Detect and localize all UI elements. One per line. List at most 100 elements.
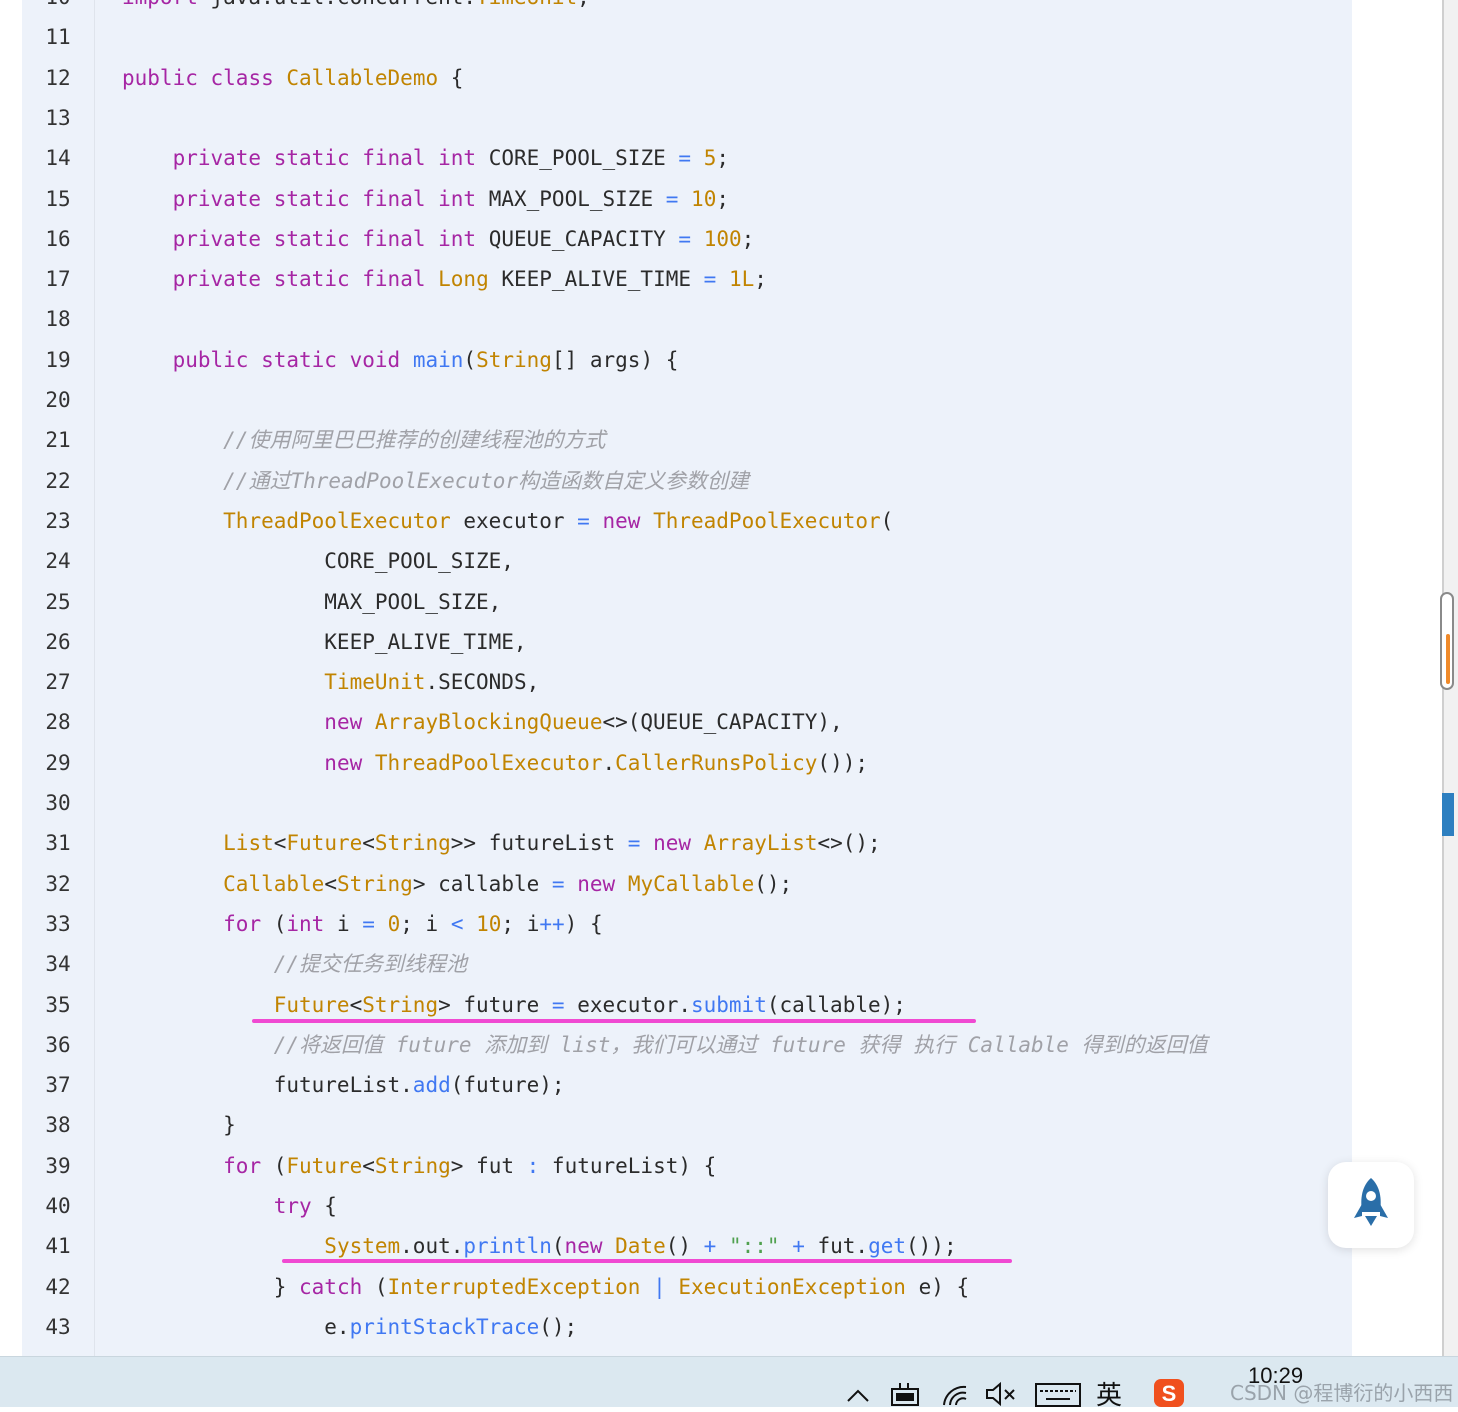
code-line: public class CallableDemo { <box>122 58 463 98</box>
code-token: <>(); <box>817 831 881 856</box>
code-token: for <box>223 1153 262 1178</box>
code-token: () <box>665 1234 704 1259</box>
code-token: ExecutionException <box>678 1274 906 1299</box>
code-token: >> futureList <box>450 831 628 856</box>
code-token: public <box>122 65 198 90</box>
code-token: .SECONDS, <box>425 670 540 695</box>
code-token: ( <box>463 347 477 372</box>
code-token: public <box>172 347 249 372</box>
code-line: for (Future<String> fut : futureList) { <box>122 1146 716 1186</box>
code-token: (callable); <box>766 992 906 1017</box>
code-token: "::" <box>728 1234 780 1259</box>
code-token: for <box>223 911 262 936</box>
code-block: 10import java.util.concurrent.TimeUnit;1… <box>22 0 1352 1356</box>
ime-english-icon[interactable]: 英 <box>1096 1375 1122 1412</box>
rocket-icon <box>1354 1178 1388 1226</box>
code-token: 10 <box>476 911 502 936</box>
code-token: new <box>324 750 363 775</box>
code-token: fut. <box>804 1234 869 1259</box>
code-token: e) { <box>905 1274 970 1299</box>
scrollbar-position-marker <box>1442 793 1454 836</box>
code-token: MAX_POOL_SIZE, <box>122 589 502 614</box>
code-token: //提交任务到线程池 <box>273 952 468 977</box>
code-token: .out. <box>400 1234 464 1259</box>
code-token: String <box>336 871 413 896</box>
code-token: MyCallable <box>627 871 755 896</box>
code-line: //使用阿里巴巴推荐的创建线程池的方式 <box>122 420 605 460</box>
code-token: ArrayList <box>703 831 818 856</box>
line-number: 43 <box>45 1314 71 1339</box>
line-number: 13 <box>45 105 71 130</box>
code-token: e. <box>122 1314 350 1339</box>
line-number: 42 <box>45 1274 71 1299</box>
line-number: 28 <box>45 710 71 735</box>
line-number: 29 <box>45 750 71 775</box>
code-token: printStackTrace <box>349 1314 540 1339</box>
code-token: int <box>286 911 325 936</box>
line-number: 12 <box>45 65 71 90</box>
scrollbar-thumb-indicator <box>1446 634 1450 684</box>
code-token: int <box>438 146 477 171</box>
code-token: catch <box>299 1274 363 1299</box>
code-line: } catch (InterruptedException | Executio… <box>122 1267 969 1307</box>
code-token: . <box>602 750 616 775</box>
line-number: 11 <box>45 25 71 50</box>
code-token: new <box>602 508 641 533</box>
line-number: 20 <box>45 388 71 412</box>
line-number: 21 <box>45 428 71 453</box>
code-token: import <box>122 0 198 9</box>
code-token: Date <box>615 1234 666 1259</box>
code-token: main <box>412 347 464 372</box>
code-token: + <box>792 1234 805 1259</box>
code-token: ) { <box>564 911 603 936</box>
keyboard-icon[interactable] <box>1034 1381 1082 1407</box>
code-token: = <box>551 992 565 1017</box>
code-line: ThreadPoolExecutor executor = new Thread… <box>122 501 893 541</box>
code-token: ++ <box>539 911 565 936</box>
speaker-muted-icon[interactable] <box>984 1381 1018 1407</box>
wifi-icon[interactable] <box>940 1381 970 1407</box>
code-token: { <box>311 1194 337 1218</box>
battery-plug-icon[interactable] <box>888 1381 922 1407</box>
line-number: 35 <box>45 992 71 1017</box>
code-token: executor. <box>564 992 691 1017</box>
code-token: String <box>374 1153 451 1178</box>
code-token: TimeUnit <box>476 0 577 9</box>
chevron-up-icon[interactable] <box>846 1387 870 1403</box>
code-token: ; <box>716 186 729 211</box>
code-line: private static final Long KEEP_ALIVE_TIM… <box>122 259 767 299</box>
code-token: > callable <box>412 871 552 896</box>
back-to-top-button[interactable] <box>1328 1162 1414 1248</box>
code-token: Future <box>286 1153 363 1178</box>
code-line: for (int i = 0; i < 10; i++) { <box>122 904 603 944</box>
scrollbar-thumb[interactable] <box>1440 592 1454 690</box>
code-token: KEEP_ALIVE_TIME <box>488 267 704 292</box>
code-token: > future <box>438 992 552 1017</box>
code-token: KEEP_ALIVE_TIME, <box>122 629 527 654</box>
sogou-icon[interactable]: S <box>1152 1377 1186 1407</box>
code-token: //使用阿里巴巴推荐的创建线程池的方式 <box>223 428 606 453</box>
code-token: i <box>324 911 363 936</box>
code-token: ; <box>577 0 590 9</box>
code-token: < <box>362 831 375 856</box>
